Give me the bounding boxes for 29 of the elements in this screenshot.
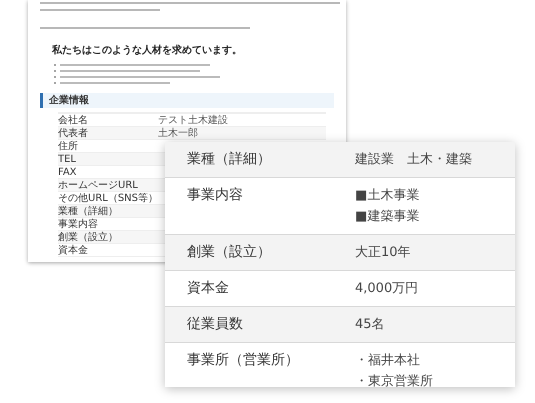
table-value: 土木一郎 bbox=[158, 128, 198, 138]
table-label: 住所 bbox=[58, 140, 79, 152]
table-label: 業種（詳細） bbox=[58, 206, 119, 216]
table-label: 資本金 bbox=[58, 244, 89, 256]
row-value: ■建築事業 bbox=[355, 208, 420, 226]
row-label: 資本金 bbox=[187, 279, 230, 298]
row-value: ・東京営業所 bbox=[355, 373, 433, 387]
row-value: ■土木事業 bbox=[355, 187, 420, 205]
table-label: TEL bbox=[58, 154, 77, 164]
table-label: 事業内容 bbox=[58, 218, 99, 230]
row-label: 業種（詳細） bbox=[187, 150, 272, 169]
table-label: ホームページURL bbox=[58, 180, 139, 190]
row-label: 事業所（営業所） bbox=[187, 351, 300, 370]
row-value: ・福井本社 bbox=[355, 352, 421, 370]
table-label: その他URL（SNS等） bbox=[58, 192, 158, 204]
table-label: 代表者 bbox=[58, 128, 89, 138]
table-value: テスト土木建設 bbox=[158, 114, 228, 126]
section-title: 企業情報 bbox=[40, 93, 334, 108]
table-label: 創業（設立） bbox=[58, 232, 119, 242]
row-label: 従業員数 bbox=[187, 315, 244, 334]
row-value: 建設業 土木・建築 bbox=[355, 151, 472, 169]
table-label: FAX bbox=[58, 166, 78, 178]
row-value: 大正10年 bbox=[355, 244, 411, 262]
row-value: 45名 bbox=[355, 316, 385, 334]
row-label: 事業内容 bbox=[187, 186, 244, 205]
row-label: 創業（設立） bbox=[187, 243, 272, 262]
table-label: 会社名 bbox=[58, 114, 89, 126]
section-heading: 私たちはこのような人材を求めています。 bbox=[52, 44, 243, 57]
row-value: 4,000万円 bbox=[355, 280, 418, 298]
